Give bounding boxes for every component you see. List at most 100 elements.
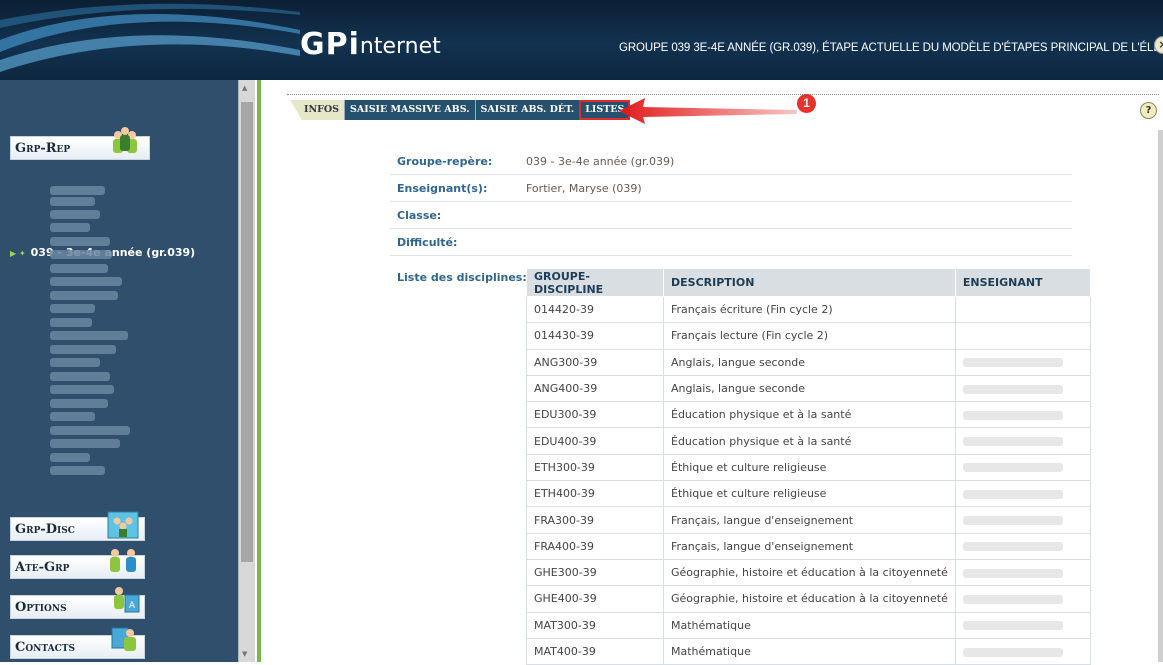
- options-icon: A: [114, 587, 140, 613]
- redacted-teacher: [962, 516, 1063, 526]
- scrollbar-thumb[interactable]: [241, 102, 253, 562]
- student-item[interactable]: [50, 439, 120, 448]
- student-item[interactable]: [50, 385, 114, 394]
- info-row-groupe: Groupe-repère: 039 - 3e-4e année (gr.039…: [390, 148, 1072, 175]
- table-row[interactable]: ETH300-39 Éthique et culture religieuse: [526, 453, 1091, 482]
- cell-description: Éthique et culture religieuse: [663, 480, 956, 508]
- student-item[interactable]: [50, 223, 90, 232]
- student-item[interactable]: [50, 399, 108, 408]
- student-item[interactable]: [50, 264, 108, 273]
- scroll-up-icon[interactable]: ▲: [242, 84, 247, 92]
- redacted-teacher: [962, 621, 1063, 631]
- table-row[interactable]: ETH400-39 Éthique et culture religieuse: [526, 480, 1091, 508]
- redacted-teacher: [962, 410, 1063, 420]
- cell-code: ETH400-39: [526, 480, 664, 508]
- column-header[interactable]: ENSEIGNANT: [954, 268, 1091, 297]
- cell-description: Mathématique: [663, 637, 956, 665]
- main-scrollbar[interactable]: [1158, 130, 1163, 662]
- annotation-badge: 1: [797, 94, 816, 113]
- table-row[interactable]: MAT400-39 Mathématique: [526, 637, 1091, 665]
- redacted-teacher: [962, 542, 1063, 552]
- sidebar-scrollbar[interactable]: ▲ ▼: [238, 80, 255, 662]
- cell-description: Français écriture (Fin cycle 2): [663, 295, 956, 324]
- student-item[interactable]: [50, 466, 105, 475]
- cell-code: FRA400-39: [526, 532, 664, 560]
- group-people-icon: [113, 127, 137, 153]
- table-row[interactable]: 014420-39 Français écriture (Fin cycle 2): [526, 295, 1091, 324]
- help-icon[interactable]: ?: [1140, 102, 1157, 119]
- student-item[interactable]: [50, 358, 100, 367]
- info-row-enseignant: Enseignant(s): Fortier, Maryse (039): [390, 175, 1072, 202]
- cell-code: EDU400-39: [526, 427, 664, 455]
- tab-saisie-massive-abs[interactable]: SAISIE MASSIVE ABS.: [344, 100, 475, 120]
- cell-description: Éducation physique et à la santé: [663, 401, 956, 429]
- cell-description: Mathématique: [663, 611, 956, 639]
- student-item[interactable]: [50, 453, 90, 462]
- student-item[interactable]: [50, 331, 128, 340]
- cell-teacher: [954, 427, 1091, 455]
- scroll-down-icon[interactable]: ▼: [242, 650, 247, 658]
- column-header[interactable]: GROUPE-DISCIPLINE: [526, 268, 664, 297]
- cell-code: MAT400-39: [526, 637, 664, 665]
- student-item[interactable]: [50, 250, 112, 259]
- table-row[interactable]: FRA400-39 Français, langue d'enseignement: [526, 532, 1091, 560]
- cell-code: ANG400-39: [526, 374, 664, 403]
- cell-code: EDU300-39: [526, 401, 664, 429]
- cell-description: Français lecture (Fin cycle 2): [663, 322, 956, 350]
- cell-description: Géographie, histoire et éducation à la c…: [663, 558, 956, 587]
- app-header: GP i nternet GROUPE 039 3E-4E ANNÉE (GR.…: [0, 0, 1163, 80]
- student-item[interactable]: [50, 304, 95, 313]
- cell-description: Géographie, histoire et éducation à la c…: [663, 585, 956, 613]
- cell-code: GHE300-39: [526, 558, 664, 587]
- column-header[interactable]: DESCRIPTION: [663, 268, 956, 297]
- table-row[interactable]: EDU400-39 Éducation physique et à la sant…: [526, 427, 1091, 455]
- cell-description: Éthique et culture religieuse: [663, 453, 956, 482]
- redacted-teacher: [962, 594, 1063, 604]
- redacted-teacher: [962, 489, 1063, 499]
- cell-teacher: [954, 453, 1091, 482]
- student-item[interactable]: [50, 426, 130, 435]
- disciplines-table: GROUPE-DISCIPLINE DESCRIPTION ENSEIGNANT…: [526, 268, 1091, 665]
- annotation-arrow: [619, 98, 797, 124]
- cell-teacher: [954, 480, 1091, 508]
- table-row[interactable]: GHE400-39 Géographie, histoire et éducati…: [526, 585, 1091, 613]
- redacted-teacher: [962, 463, 1063, 473]
- cell-code: ANG300-39: [526, 348, 664, 376]
- cell-description: Français, langue d'enseignement: [663, 506, 956, 534]
- table-row[interactable]: ANG400-39 Anglais, langue seconde: [526, 374, 1091, 403]
- cell-teacher: [954, 295, 1091, 324]
- gpi-logo: GP i nternet: [300, 27, 441, 62]
- student-item[interactable]: [50, 237, 110, 246]
- table-row[interactable]: FRA300-39 Français, langue d'enseignement: [526, 506, 1091, 534]
- main-left-border: [257, 80, 261, 662]
- redacted-teacher: [962, 647, 1063, 657]
- student-item[interactable]: [50, 277, 122, 286]
- cell-teacher: [954, 374, 1091, 403]
- info-row-difficulte: Difficulté:: [390, 229, 1072, 256]
- student-item[interactable]: [50, 372, 110, 381]
- student-item[interactable]: [50, 210, 100, 219]
- cell-code: MAT300-39: [526, 611, 664, 639]
- cell-teacher: [954, 558, 1091, 587]
- table-row[interactable]: GHE300-39 Géographie, histoire et éducati…: [526, 558, 1091, 587]
- table-row[interactable]: 014430-39 Français lecture (Fin cycle 2): [526, 322, 1091, 350]
- student-item[interactable]: [50, 412, 95, 421]
- cell-code: 014420-39: [526, 295, 664, 324]
- cell-teacher: [954, 637, 1091, 665]
- table-row[interactable]: ANG300-39 Anglais, langue seconde: [526, 348, 1091, 376]
- student-item[interactable]: [50, 197, 95, 206]
- cell-teacher: [954, 532, 1091, 560]
- tab-saisie-abs-det[interactable]: SAISIE ABS. DÉT.: [474, 100, 580, 120]
- cell-code: GHE400-39: [526, 585, 664, 613]
- student-item[interactable]: [50, 345, 116, 354]
- expand-icon: ▶ ✦: [10, 249, 26, 258]
- student-item[interactable]: [50, 318, 92, 327]
- table-header-row: GROUPE-DISCIPLINE DESCRIPTION ENSEIGNANT: [526, 268, 1091, 297]
- student-item[interactable]: [50, 186, 105, 195]
- tab-infos[interactable]: INFOS: [290, 100, 345, 120]
- table-row[interactable]: MAT300-39 Mathématique: [526, 611, 1091, 639]
- table-row[interactable]: EDU300-39 Éducation physique et à la sant…: [526, 401, 1091, 429]
- cell-code: ETH300-39: [526, 453, 664, 482]
- workshop-group-icon: [110, 549, 136, 572]
- student-item[interactable]: [50, 291, 118, 300]
